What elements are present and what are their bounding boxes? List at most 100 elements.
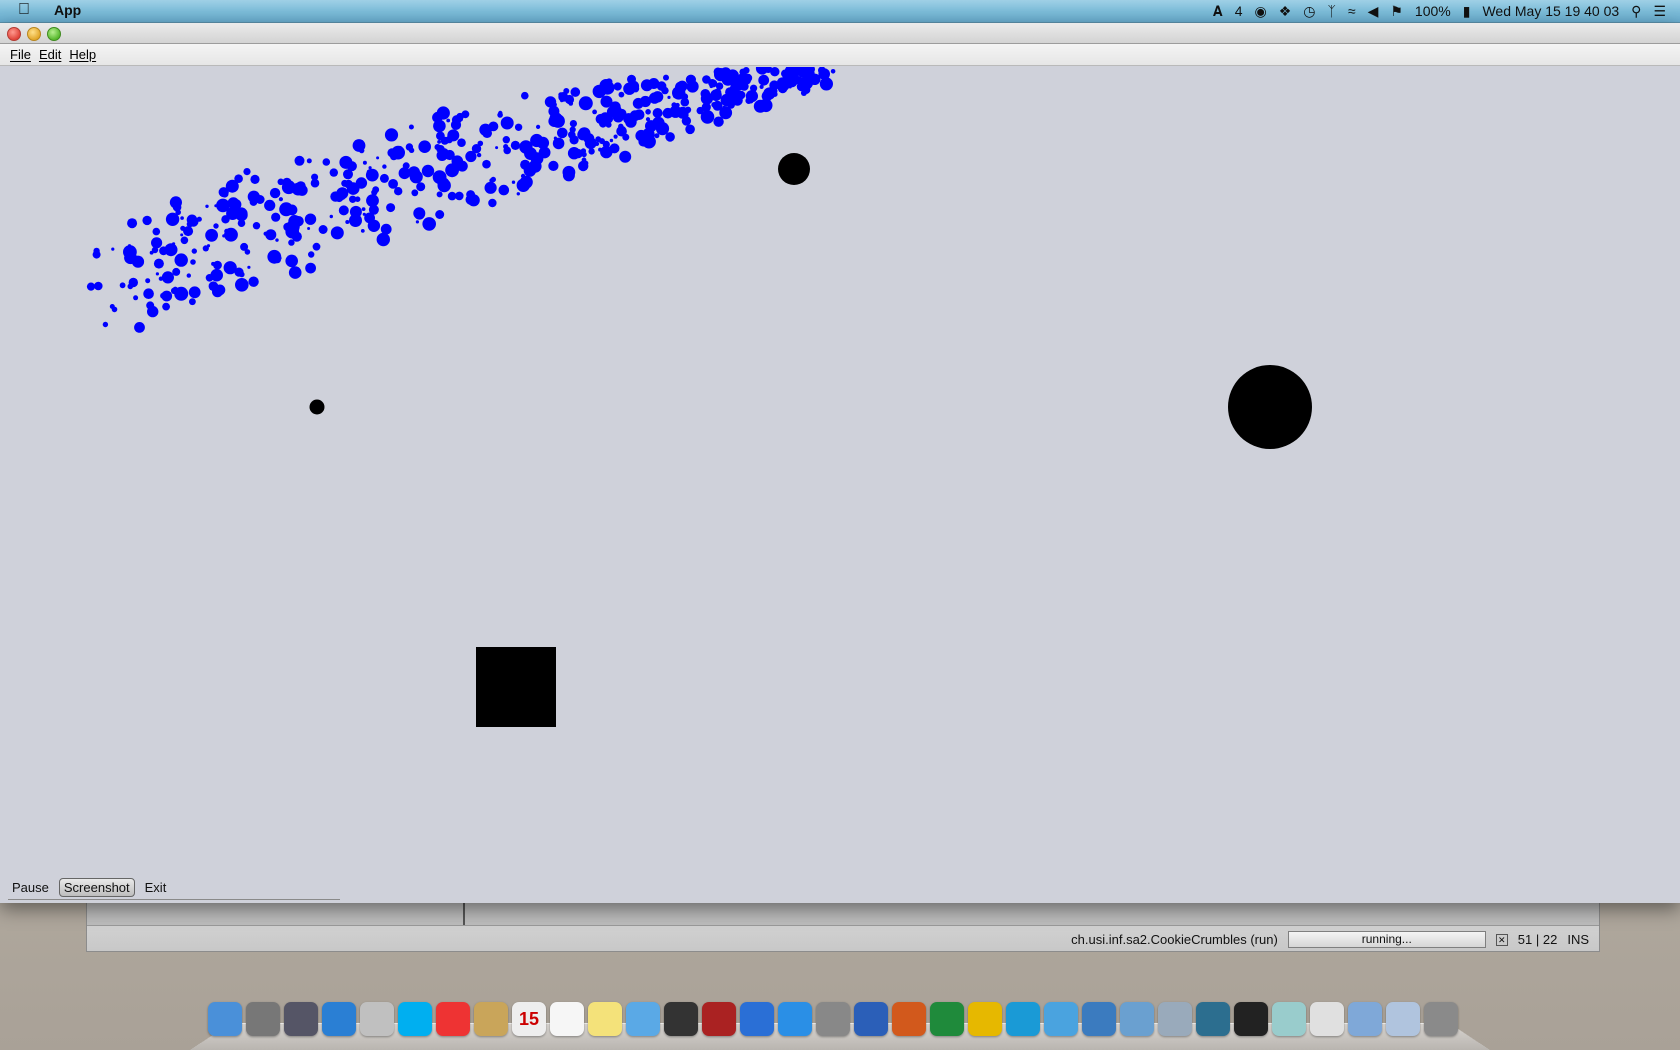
finder-icon[interactable]: [208, 1002, 242, 1036]
mail-icon[interactable]: [360, 1002, 394, 1036]
particle: [379, 173, 389, 183]
app-name-menu[interactable]: App: [54, 2, 81, 18]
exit-button[interactable]: Exit: [141, 879, 171, 896]
excel-icon[interactable]: [930, 1002, 964, 1036]
word-icon[interactable]: [854, 1002, 888, 1036]
particle: [180, 216, 184, 220]
particle: [161, 271, 174, 284]
pause-button[interactable]: Pause: [8, 879, 53, 896]
minimize-button[interactable]: [27, 27, 41, 41]
sourcetree-icon[interactable]: [1196, 1002, 1230, 1036]
menu-edit[interactable]: Edit: [39, 47, 61, 62]
zoom-button[interactable]: [47, 27, 61, 41]
close-button[interactable]: [7, 27, 21, 41]
particle: [654, 120, 658, 124]
activity-monitor-icon[interactable]: [1234, 1002, 1268, 1036]
notes-icon[interactable]: [588, 1002, 622, 1036]
particle: [293, 216, 304, 227]
particle: [240, 242, 249, 251]
particle: [609, 101, 621, 113]
particle: [618, 123, 624, 129]
particle: [466, 190, 475, 199]
particle: [581, 151, 587, 158]
particle: [307, 227, 311, 230]
reminders-icon[interactable]: [550, 1002, 584, 1036]
particle: [93, 247, 100, 255]
outlook-icon[interactable]: [968, 1002, 1002, 1036]
wifi-icon[interactable]: ≈: [1348, 3, 1356, 19]
documents-icon[interactable]: [1348, 1002, 1382, 1036]
particle: [484, 181, 497, 194]
adobe-icon[interactable]: 𝐀: [1213, 3, 1223, 20]
appstore-icon[interactable]: [778, 1002, 812, 1036]
preferences-icon[interactable]: [816, 1002, 850, 1036]
particle: [335, 193, 344, 203]
facetime-icon[interactable]: [664, 1002, 698, 1036]
clock[interactable]: Wed May 15 19 40 03: [1482, 3, 1619, 19]
powerpoint-icon[interactable]: [892, 1002, 926, 1036]
particle: [119, 282, 126, 289]
particle: [523, 164, 537, 177]
evernote-icon[interactable]: ◉: [1254, 3, 1266, 20]
particle: [640, 79, 653, 92]
downloads-icon[interactable]: [1386, 1002, 1420, 1036]
stop-run-icon[interactable]: ✕: [1495, 933, 1508, 946]
particle: [700, 89, 711, 99]
particle: [349, 205, 362, 218]
virtualbox-icon[interactable]: [1272, 1002, 1306, 1036]
particle: [162, 302, 171, 311]
skype-icon[interactable]: [398, 1002, 432, 1036]
safari-icon[interactable]: [322, 1002, 356, 1036]
battery-icon[interactable]: ▮: [1463, 3, 1471, 20]
launchpad-icon[interactable]: [246, 1002, 280, 1036]
small-circle-obstacle: [778, 153, 810, 185]
trash-icon[interactable]: [1424, 1002, 1458, 1036]
particle: [285, 254, 299, 268]
time-machine-icon[interactable]: ◷: [1303, 3, 1315, 20]
particle: [557, 127, 568, 139]
messenger-icon[interactable]: [1044, 1002, 1078, 1036]
spotlight-icon[interactable]: ⚲: [1631, 3, 1641, 20]
notification-center-icon[interactable]: ☰: [1653, 3, 1666, 20]
particle: [145, 278, 151, 284]
menu-help[interactable]: Help: [69, 47, 96, 62]
apple-menu-icon[interactable]: : [18, 1, 30, 19]
particle: [809, 73, 821, 85]
particle: [213, 223, 219, 229]
particle: [109, 304, 115, 309]
particle: [345, 220, 350, 224]
photo-icon[interactable]: [284, 1002, 318, 1036]
particle: [265, 229, 277, 241]
particle: [365, 168, 379, 182]
particle-cloud: [86, 67, 836, 333]
preview-icon[interactable]: [1120, 1002, 1154, 1036]
particle: [613, 134, 618, 139]
simulation-canvas[interactable]: Pause Screenshot Exit: [0, 67, 1680, 903]
itunes-icon[interactable]: [740, 1002, 774, 1036]
contacts-icon[interactable]: [474, 1002, 508, 1036]
screenshot-button[interactable]: Screenshot: [58, 877, 135, 897]
network-icon[interactable]: [1082, 1002, 1116, 1036]
calendar-icon[interactable]: 15: [512, 1002, 546, 1036]
java-icon[interactable]: [1310, 1002, 1344, 1036]
particle: [411, 189, 419, 197]
cyberduck-icon[interactable]: [1158, 1002, 1192, 1036]
menu-file[interactable]: File: [10, 47, 31, 62]
particle: [102, 321, 109, 328]
flag-icon[interactable]: ⚑: [1390, 3, 1403, 20]
c-icon[interactable]: [1006, 1002, 1040, 1036]
particle: [127, 283, 134, 290]
dropbox-icon[interactable]: ❖: [1279, 3, 1292, 20]
particle: [362, 160, 367, 165]
particle: [255, 195, 265, 204]
particle: [172, 202, 182, 212]
messages-icon[interactable]: [626, 1002, 660, 1036]
particle: [160, 292, 167, 299]
volume-icon[interactable]: ◀: [1368, 3, 1379, 20]
particle: [432, 112, 443, 123]
particle: [680, 97, 690, 107]
photobooth-icon[interactable]: [702, 1002, 736, 1036]
chrome-icon[interactable]: [436, 1002, 470, 1036]
particle: [384, 128, 399, 142]
bluetooth-icon[interactable]: ᛉ: [1327, 3, 1335, 19]
